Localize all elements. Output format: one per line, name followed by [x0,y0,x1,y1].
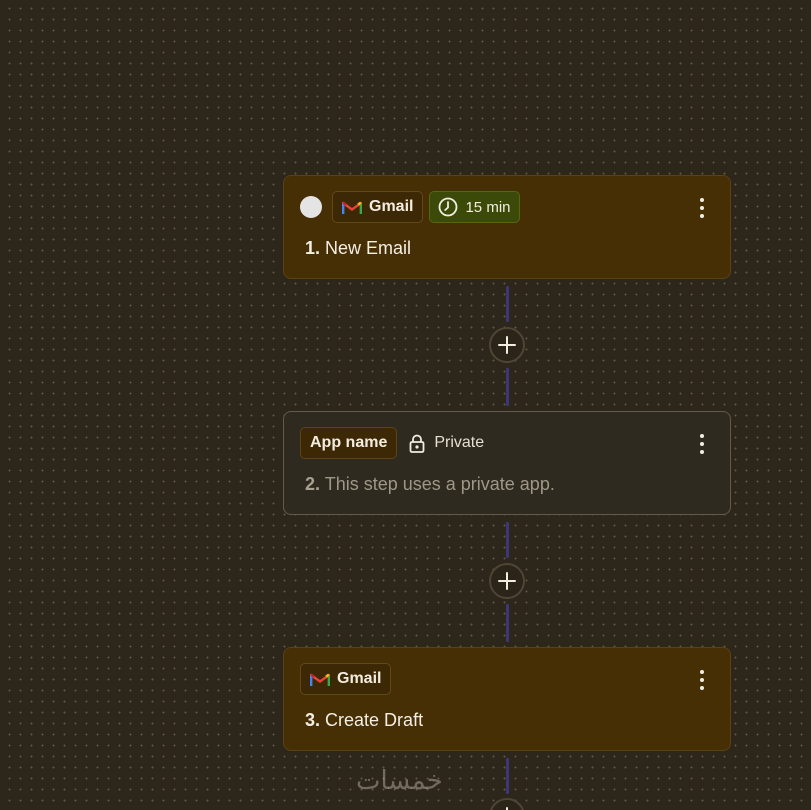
plus-icon [498,336,516,354]
step-name: Create Draft [325,710,424,730]
step-name: This step uses a private app. [324,474,555,494]
gmail-icon [310,673,330,686]
step-header: Gmail 15 min [300,190,714,224]
connector-line [506,368,509,406]
step-number: 2. [305,474,321,494]
status-dot [300,196,322,218]
step-menu-button[interactable] [690,432,714,456]
app-label: App name [310,434,388,451]
step-number: 3. [305,710,321,730]
add-step-button[interactable] [489,327,525,363]
app-chip[interactable]: App name [300,427,398,459]
step-header: App name Private [300,426,714,460]
watermark: خمسات [356,766,443,796]
more-vertical-icon [700,198,704,202]
more-vertical-icon [700,434,704,438]
app-label: Gmail [337,670,382,687]
private-indicator: Private [409,434,484,453]
connector-line [506,758,509,794]
step-card-private-app[interactable]: App name Private 2. This step uses a pri… [283,411,731,515]
add-step-button[interactable] [489,563,525,599]
gmail-icon [342,201,362,214]
step-menu-button[interactable] [690,196,714,220]
step-header: Gmail [300,662,714,696]
app-chip[interactable]: Gmail [332,191,424,223]
connector-line [506,604,509,642]
lock-icon [409,434,425,453]
step-title: 3. Create Draft [305,710,423,731]
app-chip[interactable]: Gmail [300,663,392,695]
poll-interval-badge[interactable]: 15 min [429,191,520,223]
step-title: 1. New Email [305,238,411,259]
step-menu-button[interactable] [690,668,714,692]
step-card-action[interactable]: Gmail 3. Create Draft [283,647,731,751]
clock-icon [439,197,458,217]
connector-line [506,522,509,558]
poll-interval-label: 15 min [465,198,511,216]
more-vertical-icon [700,670,704,674]
app-label: Gmail [369,198,414,215]
step-card-trigger[interactable]: Gmail 15 min 1. New Email [283,175,731,279]
step-name: New Email [325,238,412,258]
connector-line [506,286,509,322]
plus-icon [498,572,516,590]
privacy-label: Private [434,434,485,451]
add-step-button[interactable] [489,798,525,810]
step-number: 1. [305,238,321,258]
step-title: 2. This step uses a private app. [305,474,555,495]
